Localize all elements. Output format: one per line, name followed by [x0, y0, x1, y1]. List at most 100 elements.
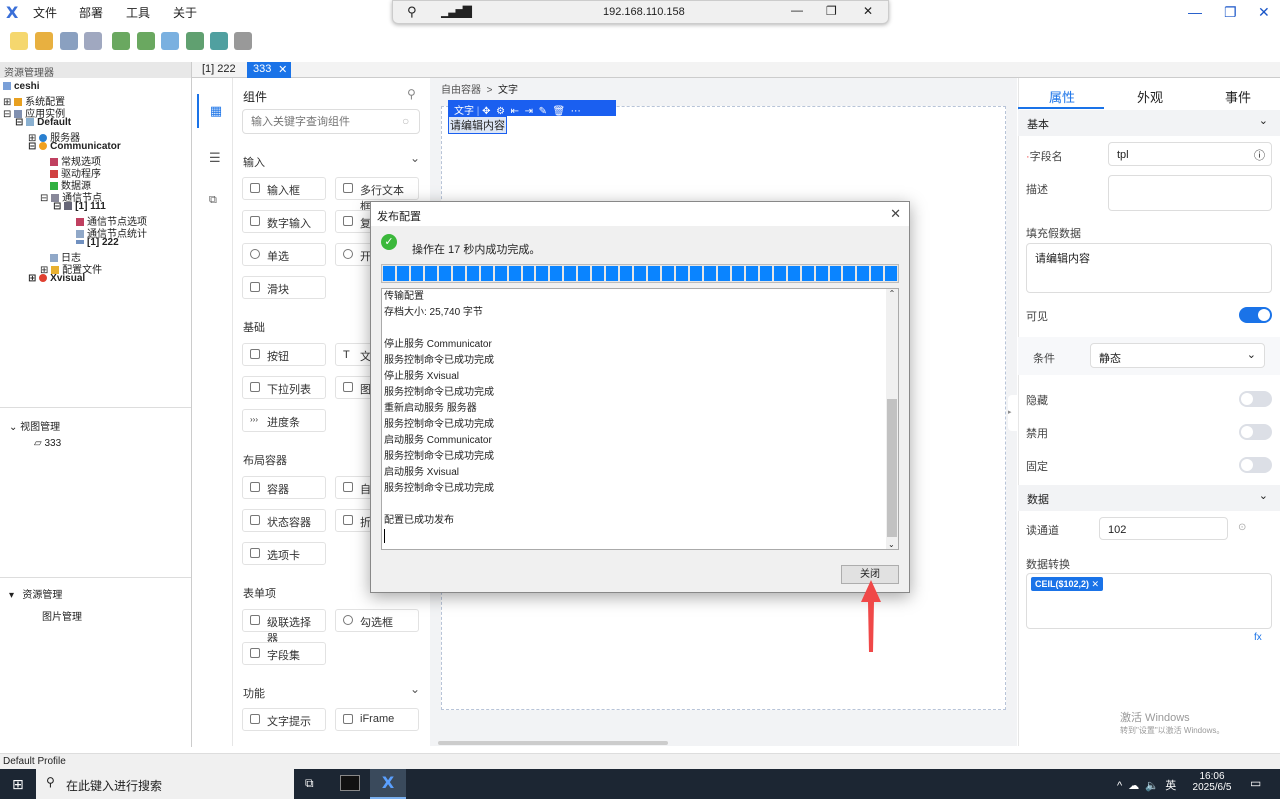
open-icon[interactable]: [35, 32, 53, 50]
comp-number[interactable]: 数字输入: [242, 210, 326, 233]
code-icon[interactable]: ⧉: [209, 194, 217, 207]
log-scrollbar[interactable]: ⌃ ⌄: [886, 289, 898, 549]
menu-file[interactable]: 文件: [33, 4, 57, 21]
asset-manager-header[interactable]: ▾ 资源管理: [9, 586, 62, 601]
comp-radio[interactable]: 单选: [242, 243, 326, 266]
comp-tabs[interactable]: 选项卡: [242, 542, 326, 565]
field-name-input[interactable]: tpl ⓘ: [1108, 142, 1272, 166]
desc-textarea[interactable]: [1108, 175, 1272, 211]
comp-cascader[interactable]: 级联选择器: [242, 609, 326, 645]
help-icon[interactable]: [161, 32, 179, 50]
minimize-button[interactable]: —: [1188, 4, 1202, 20]
tab-properties[interactable]: 属性: [1049, 87, 1075, 106]
tab-333[interactable]: 333 ✕: [247, 62, 292, 78]
menu-deploy[interactable]: 部署: [79, 4, 103, 21]
edit-icon[interactable]: ✎: [539, 106, 547, 117]
chevron-down-icon[interactable]: ⌄: [410, 682, 420, 696]
maximize-button[interactable]: ❐: [1224, 4, 1237, 21]
settings-icon[interactable]: ⊙: [1238, 522, 1246, 533]
collapse-panel-handle[interactable]: ▸: [1008, 395, 1018, 431]
section-basic[interactable]: 基本 ⌄: [1018, 110, 1280, 136]
comp-input[interactable]: 输入框: [242, 177, 326, 200]
deploy-icon[interactable]: [186, 32, 204, 50]
pin-icon[interactable]: ⚲: [407, 87, 416, 101]
tree-node[interactable]: ⊟ Communicator: [28, 141, 121, 152]
menu-tools[interactable]: 工具: [126, 4, 150, 21]
channel-input[interactable]: 102: [1099, 517, 1228, 540]
windows-start-icon[interactable]: ⊞: [12, 776, 24, 793]
components-grid-icon[interactable]: ▦: [197, 94, 233, 128]
terminal-app-icon[interactable]: [340, 775, 360, 791]
tree-node[interactable]: ceshi: [3, 81, 40, 92]
menu-about[interactable]: 关于: [173, 4, 197, 21]
view-item-333[interactable]: ▱ 333: [34, 438, 61, 449]
comp-progress[interactable]: ››› 进度条: [242, 409, 326, 432]
more-icon[interactable]: ⋯: [571, 106, 581, 117]
visible-toggle[interactable]: [1239, 307, 1272, 323]
taskbar-search[interactable]: ⚲ 在此键入进行搜索: [36, 769, 294, 799]
comp-tooltip[interactable]: 文字提示: [242, 708, 326, 731]
transform-tag[interactable]: CEIL($102,2) ✕: [1031, 577, 1104, 591]
scroll-thumb[interactable]: [887, 399, 897, 537]
remote-minimize-button[interactable]: —: [791, 3, 803, 17]
hidden-toggle[interactable]: [1239, 391, 1272, 407]
comp-checkbox[interactable]: 勾选框: [335, 609, 419, 632]
comp-state-container[interactable]: 状态容器: [242, 509, 326, 532]
comp-select[interactable]: 下拉列表: [242, 376, 326, 399]
clock[interactable]: 16:06 2025/6/5: [1190, 771, 1234, 793]
horizontal-scrollbar[interactable]: [438, 741, 668, 745]
section-data[interactable]: 数据 ⌄: [1018, 485, 1280, 511]
chevron-down-icon[interactable]: ⌄: [410, 151, 420, 165]
comp-slider[interactable]: 滑块: [242, 276, 326, 299]
save-all-icon[interactable]: [84, 32, 102, 50]
comp-iframe[interactable]: iFrame: [335, 708, 419, 731]
component-search-input[interactable]: [242, 109, 420, 134]
export-icon[interactable]: [137, 32, 155, 50]
fixed-toggle[interactable]: [1239, 457, 1272, 473]
tree-node[interactable]: ⊟ Default: [15, 117, 71, 128]
align-left-icon[interactable]: ⇤: [511, 106, 519, 117]
close-window-button[interactable]: ✕: [1258, 4, 1270, 21]
ime-indicator[interactable]: 英: [1165, 780, 1176, 792]
comp-button[interactable]: 按钮: [242, 343, 326, 366]
fill-data-textarea[interactable]: 请编辑内容: [1026, 243, 1272, 293]
save-icon[interactable]: [60, 32, 78, 50]
tools-icon[interactable]: [234, 32, 252, 50]
xvisual-app-icon[interactable]: Ⅹ: [370, 769, 406, 799]
tree-node[interactable]: ⊟ [1] 111: [53, 201, 106, 212]
transform-input[interactable]: CEIL($102,2) ✕: [1026, 573, 1272, 629]
notification-icon[interactable]: ▭: [1250, 776, 1261, 790]
task-view-icon[interactable]: ⧉: [305, 776, 314, 791]
tree-node[interactable]: [1] 222: [76, 237, 119, 248]
image-manager-item[interactable]: 图片管理: [42, 608, 82, 623]
close-tab-icon[interactable]: ✕: [278, 63, 287, 76]
import-icon[interactable]: [112, 32, 130, 50]
comp-textarea[interactable]: 多行文本框: [335, 177, 419, 213]
new-icon[interactable]: [10, 32, 28, 50]
breadcrumb-item[interactable]: 文字: [498, 85, 518, 96]
comp-fieldset[interactable]: 字段集: [242, 642, 326, 665]
view-manager-header[interactable]: ⌄ 视图管理: [9, 418, 60, 433]
text-element[interactable]: 请编辑内容: [448, 116, 507, 134]
dialog-close-icon[interactable]: ✕: [890, 206, 901, 222]
formula-icon[interactable]: fx: [1254, 632, 1262, 643]
tab-222[interactable]: [1] 222: [196, 62, 242, 78]
info-icon[interactable]: ⓘ: [1254, 147, 1265, 163]
add-device-icon[interactable]: [210, 32, 228, 50]
tab-events[interactable]: 事件: [1225, 87, 1251, 106]
disabled-toggle[interactable]: [1239, 424, 1272, 440]
unpin-icon[interactable]: ⚲: [407, 4, 417, 20]
align-right-icon[interactable]: ⇥: [525, 106, 533, 117]
tray-icons[interactable]: ^ ☁ 🔈 英: [1117, 777, 1176, 793]
breadcrumb-item[interactable]: 自由容器: [441, 85, 481, 96]
scroll-up-icon[interactable]: ⌃: [886, 289, 898, 298]
outline-list-icon[interactable]: ☰: [209, 150, 221, 166]
remote-close-button[interactable]: ✕: [863, 4, 873, 18]
comp-container[interactable]: 容器: [242, 476, 326, 499]
tree-node[interactable]: ⊞ Xvisual: [28, 273, 85, 284]
remote-restore-button[interactable]: ❐: [826, 4, 837, 18]
delete-icon[interactable]: 🗑: [553, 106, 566, 117]
scroll-down-icon[interactable]: ⌄: [888, 540, 895, 549]
tab-appearance[interactable]: 外观: [1137, 87, 1163, 106]
condition-select[interactable]: 静态 ⌄: [1090, 343, 1265, 368]
